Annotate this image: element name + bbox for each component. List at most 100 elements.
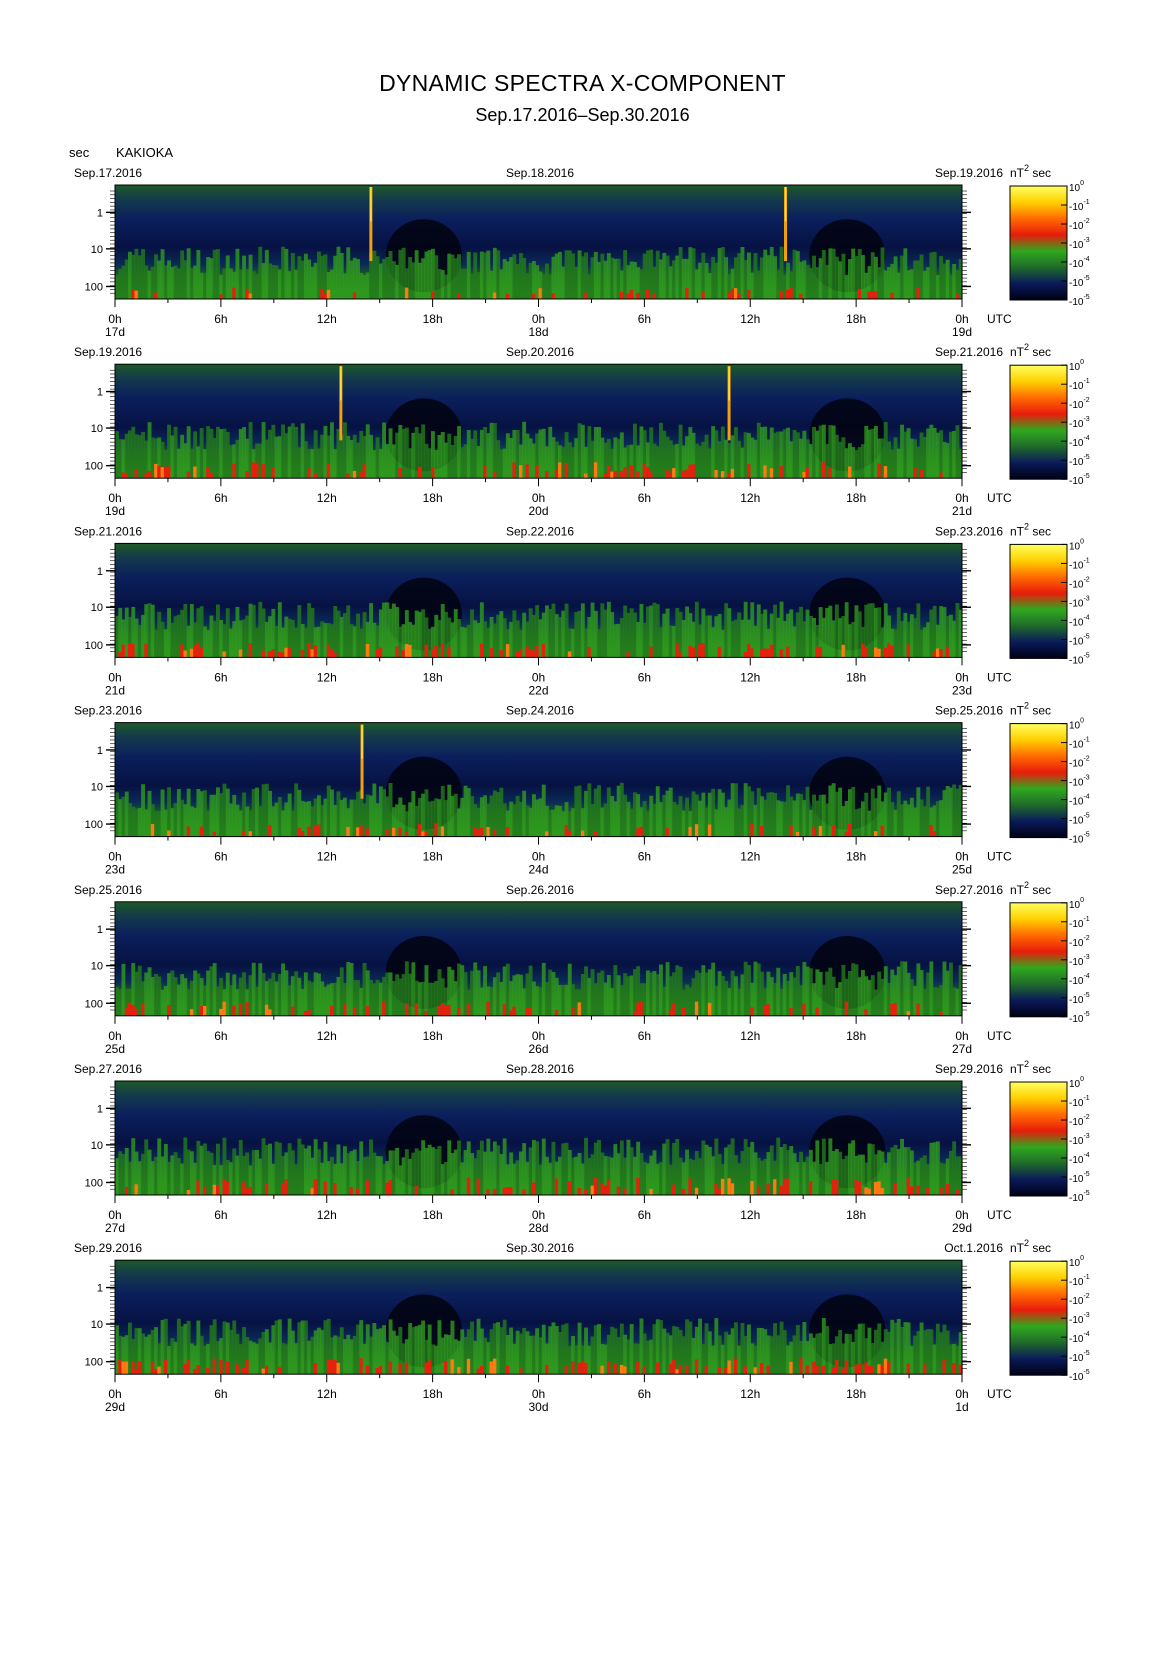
colorbar-tick-label: -10-5 xyxy=(1069,1011,1090,1025)
x-tick-label: 18h xyxy=(846,1029,866,1043)
y-tick-label: 10 xyxy=(91,1140,103,1152)
x-tick-label: 0h xyxy=(532,1208,545,1222)
colorbar-tick-label: -10-1 xyxy=(1069,916,1090,930)
y-tick-label: 100 xyxy=(85,640,103,652)
colorbar-tick-label: -10-1 xyxy=(1069,1274,1090,1288)
x-tick-label: 12h xyxy=(740,1029,760,1043)
colorbar-unit: nT2 sec xyxy=(1010,880,1051,897)
x-tick-label: 0h xyxy=(108,670,121,684)
colorbar-tick-label: -10-5 xyxy=(1069,1190,1090,1204)
x-tick-label: 0h xyxy=(108,850,121,864)
colorbar xyxy=(1009,185,1068,301)
spectra-panel: Sep.29.2016 Sep.30.2016 Oct.1.2016 1 10 100 0h… xyxy=(74,1238,1068,1414)
y-tick-label: 1 xyxy=(97,387,103,399)
y-tick-label: 10 xyxy=(91,423,103,435)
colorbar-unit: nT2 sec xyxy=(1010,521,1051,538)
x-tick-label: 18h xyxy=(423,850,443,864)
x-tick-label: 6h xyxy=(638,491,651,505)
colorbar-tick-label: -10-4 xyxy=(1069,435,1090,449)
x-tick-label: 18h xyxy=(846,670,866,684)
x-tick-label: 0h xyxy=(955,1029,968,1043)
colorbar-tick-label: -10-5 xyxy=(1069,1350,1090,1364)
y-tick-label: 1 xyxy=(97,566,103,578)
panel-date-right: Sep.19.2016 xyxy=(935,166,1003,180)
x-tick-label: 18h xyxy=(423,670,443,684)
day-label-right: 25d xyxy=(952,863,972,877)
y-tick-label: 10 xyxy=(91,602,103,614)
panel-date-mid: Sep.20.2016 xyxy=(506,345,574,359)
colorbar-tick-label: -10-4 xyxy=(1069,256,1090,270)
colorbar-tick-label: -10-5 xyxy=(1069,275,1090,289)
x-tick-label: 18h xyxy=(423,1208,443,1222)
day-label-mid: 18d xyxy=(528,325,548,339)
colorbar-tick-label: 100 xyxy=(1069,538,1084,552)
colorbar-tick-label: 100 xyxy=(1069,1076,1084,1090)
colorbar xyxy=(1009,364,1068,480)
x-tick-label: 6h xyxy=(638,312,651,326)
colorbar-tick-label: -10-5 xyxy=(1069,832,1090,846)
day-label-mid: 22d xyxy=(528,683,548,697)
day-label-mid: 26d xyxy=(528,1042,548,1056)
x-tick-label: 12h xyxy=(317,850,337,864)
x-tick-label: 6h xyxy=(638,670,651,684)
x-tick-label: 6h xyxy=(638,1387,651,1401)
colorbar-tick-label: -10-3 xyxy=(1069,237,1090,251)
colorbar-tick-label: -10-1 xyxy=(1069,737,1090,751)
x-tick-label: 12h xyxy=(740,491,760,505)
day-label-right: 21d xyxy=(952,504,972,518)
day-label-left: 17d xyxy=(105,325,125,339)
x-tick-label: 12h xyxy=(317,670,337,684)
colorbar-unit: nT2 sec xyxy=(1010,163,1051,180)
panel-date-right: Oct.1.2016 xyxy=(944,1241,1003,1255)
colorbar-tick-label: -10-2 xyxy=(1069,397,1090,411)
colorbar-tick-label: -10-4 xyxy=(1069,1331,1090,1345)
colorbar-tick-label: -10-3 xyxy=(1069,1133,1090,1147)
panel-date-left: Sep.27.2016 xyxy=(74,1062,142,1076)
x-tick-label: 6h xyxy=(214,491,227,505)
day-label-right: 29d xyxy=(952,1221,972,1235)
event-spike-core xyxy=(784,187,787,222)
y-tick-label: 10 xyxy=(91,244,103,256)
x-tick-label: 12h xyxy=(740,670,760,684)
x-axis-unit: UTC xyxy=(987,670,1012,684)
event-spike-core xyxy=(370,187,372,222)
colorbar-tick-label: -10-1 xyxy=(1069,557,1090,571)
y-tick-label: 100 xyxy=(85,461,103,473)
x-tick-label: 18h xyxy=(423,312,443,326)
colorbar-tick-label: -10-2 xyxy=(1069,218,1090,232)
colorbar-tick-label: -10-5 xyxy=(1069,633,1090,647)
panel-date-left: Sep.23.2016 xyxy=(74,704,142,718)
x-tick-label: 0h xyxy=(108,312,121,326)
colorbar xyxy=(1009,1081,1068,1197)
day-label-mid: 24d xyxy=(528,863,548,877)
x-tick-label: 12h xyxy=(740,850,760,864)
x-tick-label: 18h xyxy=(423,1029,443,1043)
x-tick-label: 12h xyxy=(317,1208,337,1222)
y-tick-label: 100 xyxy=(85,281,103,293)
colorbar-tick-label: -10-5 xyxy=(1069,473,1090,487)
colorbar-tick-label: -10-4 xyxy=(1069,1152,1090,1166)
x-tick-label: 6h xyxy=(214,1208,227,1222)
colorbar-tick-label: -10-1 xyxy=(1069,1095,1090,1109)
colorbar-tick-label: -10-2 xyxy=(1069,1293,1090,1307)
panel-date-mid: Sep.22.2016 xyxy=(506,524,574,538)
colorbar-tick-label: -10-1 xyxy=(1069,378,1090,392)
x-tick-label: 0h xyxy=(532,670,545,684)
panel-date-right: Sep.29.2016 xyxy=(935,1062,1003,1076)
colorbar-unit: nT2 sec xyxy=(1010,1059,1051,1076)
day-label-mid: 20d xyxy=(528,504,548,518)
colorbar-tick-label: -10-3 xyxy=(1069,775,1090,789)
x-tick-label: 12h xyxy=(740,1208,760,1222)
x-tick-label: 6h xyxy=(214,1387,227,1401)
colorbar-tick-label: -10-2 xyxy=(1069,576,1090,590)
panel-date-mid: Sep.24.2016 xyxy=(506,704,574,718)
spectra-panels: Sep.17.2016 Sep.18.2016 Sep.19.2016 1 10 100 0… xyxy=(74,163,1090,1414)
x-tick-label: 18h xyxy=(423,1387,443,1401)
colorbar xyxy=(1009,1260,1068,1376)
x-tick-label: 0h xyxy=(532,312,545,326)
x-tick-label: 18h xyxy=(846,1387,866,1401)
x-tick-label: 18h xyxy=(846,1208,866,1222)
y-tick-label: 10 xyxy=(91,781,103,793)
x-tick-label: 0h xyxy=(108,1029,121,1043)
x-tick-label: 0h xyxy=(532,491,545,505)
